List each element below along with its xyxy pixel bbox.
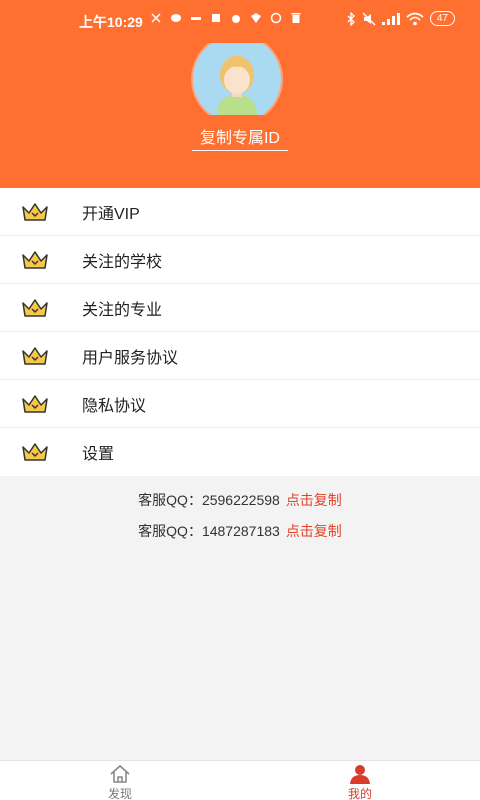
- copy-id-button[interactable]: 复制专属ID: [192, 124, 288, 151]
- bottom-tab-bar: 发现 我的: [0, 760, 480, 800]
- tab-label: 发现: [107, 787, 132, 800]
- contact-qq-2: 客服QQ：1487287183 点击复制: [0, 521, 480, 541]
- menu-item-privacy-policy[interactable]: 隐私协议: [0, 380, 480, 428]
- crown-icon: [22, 299, 48, 317]
- mute-icon: [362, 12, 376, 25]
- menu-item-followed-schools[interactable]: 关注的学校: [0, 236, 480, 284]
- contact-qq-text: 客服QQ：1487287183: [138, 523, 280, 539]
- copy-qq-button[interactable]: 点击复制: [286, 492, 342, 508]
- crown-icon: [22, 395, 48, 413]
- wifi-icon: [406, 12, 424, 25]
- dash-icon: [191, 17, 201, 20]
- user-icon: [350, 765, 370, 784]
- profile-header: 上午10:29 47 复制专属ID: [0, 0, 480, 188]
- copy-qq-button[interactable]: 点击复制: [286, 523, 342, 539]
- menu-item-label: 开通VIP: [82, 205, 140, 223]
- menu-item-label: 关注的学校: [82, 253, 163, 271]
- mail-icon: [270, 12, 282, 24]
- menu-item-label: 隐私协议: [82, 397, 147, 415]
- system-icons: 47: [346, 11, 455, 26]
- menu-item-settings[interactable]: 设置: [0, 428, 480, 476]
- signal-icon: [381, 12, 400, 25]
- menu-item-vip[interactable]: 开通VIP: [0, 188, 480, 236]
- bluetooth-icon: [347, 11, 355, 26]
- shield-icon: [251, 13, 261, 23]
- tab-mine[interactable]: 我的: [330, 761, 390, 800]
- crown-icon: [22, 203, 48, 221]
- contact-qq-1: 客服QQ：2596222598 点击复制: [0, 490, 480, 510]
- crown-icon: [22, 443, 48, 461]
- app-notification-icon: [151, 13, 161, 23]
- menu-list: 开通VIP 关注的学校 关注的专业 用户服务协议 隐私协议 设置: [0, 188, 480, 476]
- contact-qq-text: 客服QQ：2596222598: [138, 492, 280, 508]
- app-icon: [212, 14, 220, 22]
- status-time: 上午10:29: [79, 14, 143, 30]
- menu-item-user-agreement[interactable]: 用户服务协议: [0, 332, 480, 380]
- message-icon: [171, 14, 181, 22]
- battery-indicator: 47: [429, 11, 455, 26]
- menu-item-label: 关注的专业: [82, 301, 163, 319]
- notification-icons: [150, 12, 302, 24]
- avatar[interactable]: [190, 43, 284, 115]
- cloud-icon: [232, 15, 240, 23]
- crown-icon: [22, 347, 48, 365]
- status-bar: 上午10:29 47: [0, 8, 480, 32]
- trash-icon: [291, 13, 301, 23]
- menu-item-label: 设置: [82, 446, 115, 463]
- crown-icon: [22, 251, 48, 269]
- home-icon: [110, 765, 130, 783]
- tab-label: 我的: [347, 787, 372, 800]
- tab-discover[interactable]: 发现: [90, 761, 150, 800]
- menu-item-followed-majors[interactable]: 关注的专业: [0, 284, 480, 332]
- menu-item-label: 用户服务协议: [82, 349, 179, 367]
